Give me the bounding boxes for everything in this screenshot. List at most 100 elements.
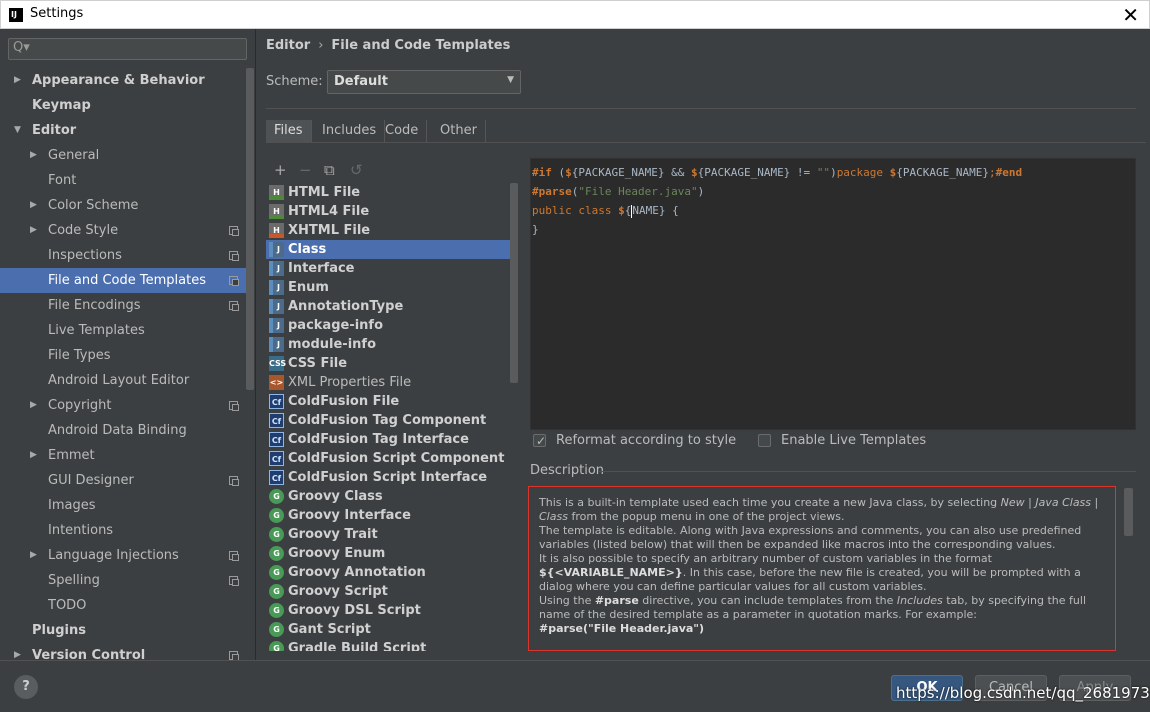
tab-code[interactable]: Code xyxy=(377,120,428,142)
description-scrollbar[interactable] xyxy=(1124,488,1133,648)
list-item[interactable]: G Groovy Interface xyxy=(266,506,510,525)
list-item[interactable]: J AnnotationType xyxy=(266,297,510,316)
chevron-right-icon[interactable]: ▶ xyxy=(14,68,21,93)
code-token: != xyxy=(790,166,817,179)
sidebar-item[interactable]: ▶ Color Scheme xyxy=(0,193,246,218)
sidebar-item[interactable]: ▶ Language Injections xyxy=(0,543,246,568)
project-scope-icon xyxy=(229,651,239,660)
list-item[interactable]: J Class xyxy=(266,240,510,259)
tab-includes[interactable]: Includes xyxy=(314,120,386,142)
list-item[interactable]: G Groovy Class xyxy=(266,487,510,506)
sidebar-item[interactable]: Android Layout Editor xyxy=(0,368,246,393)
sidebar-item[interactable]: ▶ Version Control xyxy=(0,643,246,660)
sidebar-item[interactable]: GUI Designer xyxy=(0,468,246,493)
chevron-right-icon[interactable]: ▶ xyxy=(30,143,37,168)
list-item[interactable]: H XHTML File xyxy=(266,221,510,240)
scheme-label: Scheme: xyxy=(266,74,323,89)
sidebar-item[interactable]: Android Data Binding xyxy=(0,418,246,443)
sidebar-item[interactable]: Spelling xyxy=(0,568,246,593)
chevron-right-icon[interactable]: ▶ xyxy=(30,193,37,218)
template-name: package-info xyxy=(288,318,384,333)
list-item[interactable]: G Groovy DSL Script xyxy=(266,601,510,620)
html-file-icon: H xyxy=(269,204,284,219)
list-item[interactable]: Cf ColdFusion File xyxy=(266,392,510,411)
list-item[interactable]: Cf ColdFusion Script Component xyxy=(266,449,510,468)
list-item[interactable]: Jmodule-info xyxy=(266,335,510,354)
window-title: Settings xyxy=(30,6,84,21)
groovy-file-icon: G xyxy=(269,489,284,504)
chevron-down-icon[interactable]: ▼ xyxy=(14,118,21,143)
sidebar-item-label: TODO xyxy=(48,598,87,613)
checkbox-box[interactable] xyxy=(758,434,771,447)
list-item[interactable]: Cf ColdFusion Tag Component xyxy=(266,411,510,430)
list-scrollbar[interactable] xyxy=(510,183,518,651)
help-button[interactable]: ? xyxy=(14,675,38,699)
template-name: ColdFusion File xyxy=(288,394,400,409)
sidebar-item[interactable]: File and Code Templates xyxy=(0,268,246,293)
scheme-select[interactable]: Default ▼ xyxy=(327,70,521,94)
sidebar-scrollbar[interactable] xyxy=(246,68,254,660)
template-name: ColdFusion Tag Component xyxy=(288,413,487,428)
search-input[interactable]: Q▾ xyxy=(8,38,247,60)
list-item[interactable]: Jpackage-info xyxy=(266,316,510,335)
sidebar-item[interactable]: ▶ Appearance & Behavior xyxy=(0,68,246,93)
list-item[interactable]: H HTML File xyxy=(266,183,510,202)
sidebar-item[interactable]: ▶ Copyright xyxy=(0,393,246,418)
sidebar-item[interactable]: Live Templates xyxy=(0,318,246,343)
list-item[interactable]: G Gant Script xyxy=(266,620,510,639)
tab-files[interactable]: Files xyxy=(266,120,312,142)
code-token: "File Header.java" xyxy=(578,185,698,198)
list-item[interactable]: G Groovy Annotation xyxy=(266,563,510,582)
sidebar-item[interactable]: ▶ Emmet xyxy=(0,443,246,468)
list-item[interactable]: G Groovy Enum xyxy=(266,544,510,563)
project-scope-icon xyxy=(229,226,239,236)
close-icon[interactable]: ✕ xyxy=(1122,3,1139,27)
scrollbar-thumb[interactable] xyxy=(1124,488,1133,536)
sidebar-item[interactable]: File Types xyxy=(0,343,246,368)
template-name: Groovy Enum xyxy=(288,546,386,561)
list-item[interactable]: J Interface xyxy=(266,259,510,278)
sidebar-item[interactable]: Keymap xyxy=(0,93,246,118)
sidebar-item[interactable]: Inspections xyxy=(0,243,246,268)
list-item[interactable]: <> XML Properties File xyxy=(266,373,510,392)
sidebar-item-label: Android Data Binding xyxy=(48,423,187,438)
list-item[interactable]: CSS CSS File xyxy=(266,354,510,373)
scrollbar-thumb[interactable] xyxy=(246,68,254,390)
template-name: CSS File xyxy=(288,356,348,371)
list-item[interactable]: G Groovy Script xyxy=(266,582,510,601)
copy-icon[interactable]: ⧉ xyxy=(324,161,335,179)
sidebar-item[interactable]: ▶ General xyxy=(0,143,246,168)
chevron-right-icon[interactable]: ▶ xyxy=(30,393,37,418)
sidebar-item[interactable]: File Encodings xyxy=(0,293,246,318)
reset-icon[interactable]: ↺ xyxy=(350,161,363,179)
sidebar-item[interactable]: ▶ Code Style xyxy=(0,218,246,243)
list-item[interactable]: H HTML4 File xyxy=(266,202,510,221)
code-token: "" xyxy=(816,166,831,179)
sidebar-item[interactable]: Intentions xyxy=(0,518,246,543)
sidebar-item[interactable]: Images xyxy=(0,493,246,518)
sidebar-item[interactable]: ▼ Editor xyxy=(0,118,246,143)
tab-other[interactable]: Other xyxy=(432,120,486,142)
scrollbar-thumb[interactable] xyxy=(510,183,518,383)
list-item[interactable]: Cf ColdFusion Tag Interface xyxy=(266,430,510,449)
list-item[interactable]: G Gradle Build Script xyxy=(266,639,510,651)
chevron-right-icon[interactable]: ▶ xyxy=(30,443,37,468)
title-bar: IJ Settings ✕ xyxy=(0,0,1150,29)
remove-icon[interactable]: − xyxy=(299,161,312,179)
list-item[interactable]: Cf ColdFusion Script Interface xyxy=(266,468,510,487)
sidebar-item[interactable]: Plugins xyxy=(0,618,246,643)
template-name: Groovy DSL Script xyxy=(288,603,421,618)
chevron-right-icon[interactable]: ▶ xyxy=(14,643,21,660)
list-item[interactable]: G Groovy Trait xyxy=(266,525,510,544)
template-editor[interactable]: #if (${PACKAGE_NAME} && ${PACKAGE_NAME} … xyxy=(530,158,1136,430)
list-item[interactable]: J Enum xyxy=(266,278,510,297)
chevron-right-icon[interactable]: ▶ xyxy=(30,218,37,243)
chevron-right-icon[interactable]: ▶ xyxy=(30,543,37,568)
sidebar-item[interactable]: TODO xyxy=(0,593,246,618)
add-icon[interactable]: + xyxy=(274,161,287,179)
template-name: Interface xyxy=(288,261,355,276)
java-file-icon: J xyxy=(269,280,284,295)
sidebar-item[interactable]: Font xyxy=(0,168,246,193)
checkbox-box[interactable]: ✓ xyxy=(533,434,546,448)
template-name: Gant Script xyxy=(288,622,371,637)
